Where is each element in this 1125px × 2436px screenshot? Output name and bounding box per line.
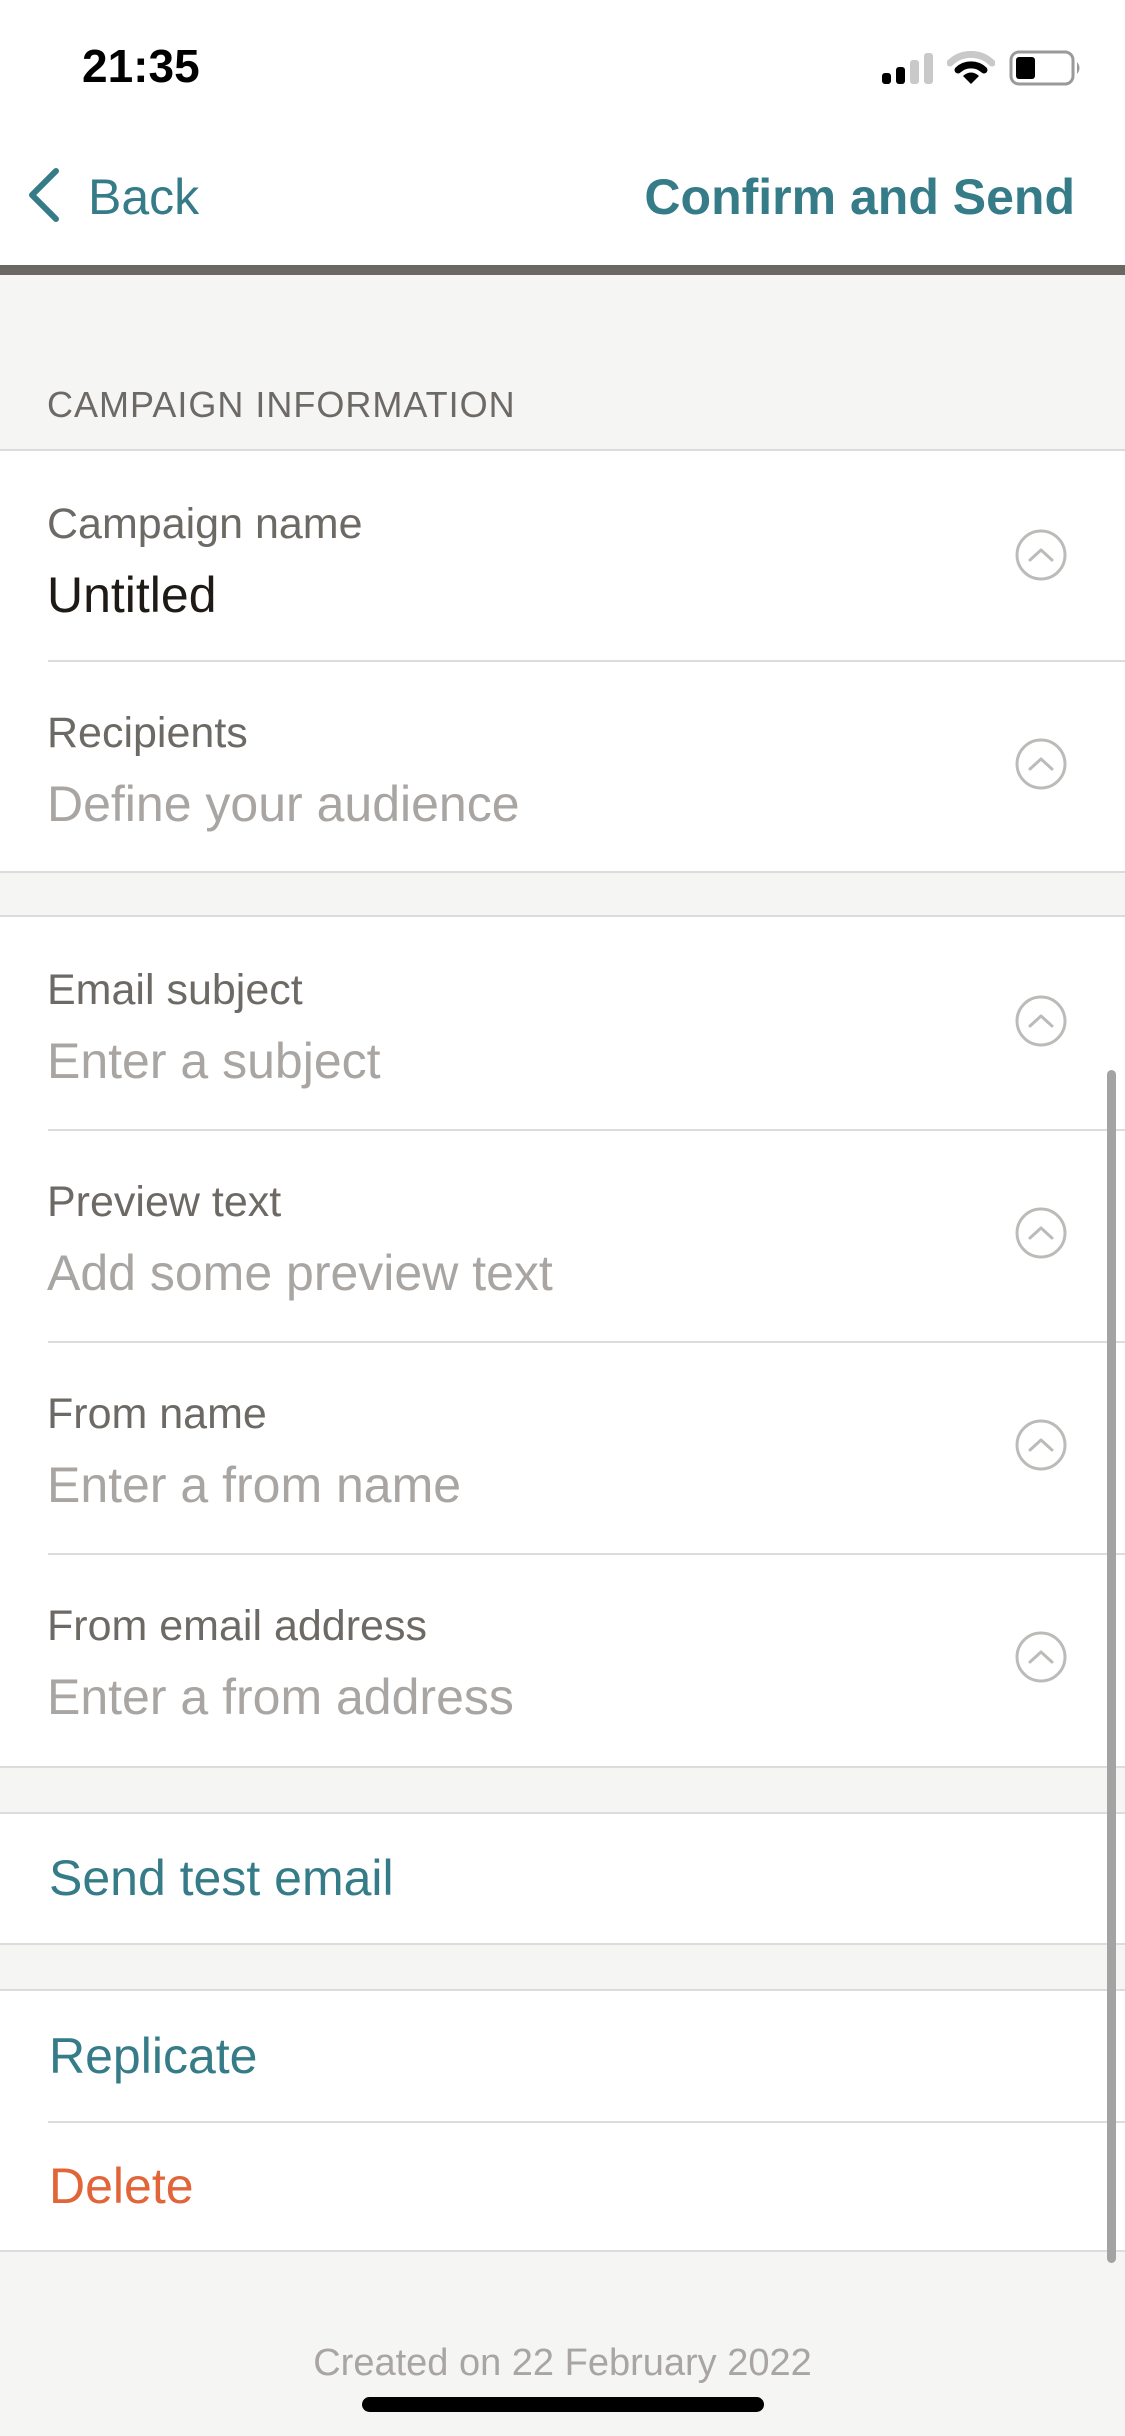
campaign-name-row[interactable]: Campaign name Untitled [0, 451, 1125, 660]
send-test-email-button[interactable]: Send test email [0, 1814, 1125, 1943]
nav-bar: Back Confirm and Send [0, 100, 1125, 265]
field-label: From email address [47, 1602, 427, 1650]
battery-icon [1009, 50, 1083, 86]
manage-group: Replicate Delete [0, 1989, 1125, 2252]
field-label: From name [47, 1390, 267, 1438]
email-details-group: Email subject Enter a subject Preview te… [0, 915, 1125, 1768]
confirm-and-send-button[interactable]: Confirm and Send [644, 164, 1075, 230]
from-name-row[interactable]: From name Enter a from name [0, 1341, 1125, 1553]
nav-divider [0, 265, 1125, 275]
email-subject-placeholder: Enter a subject [47, 1033, 381, 1089]
field-label: Email subject [47, 966, 303, 1014]
field-label: Recipients [47, 709, 248, 757]
delete-button[interactable]: Delete [0, 2121, 1125, 2250]
send-test-group: Send test email [0, 1812, 1125, 1945]
status-bar: 21:35 [0, 0, 1125, 100]
send-test-email-label: Send test email [49, 1850, 394, 1906]
wifi-icon [947, 51, 995, 85]
status-time: 21:35 [82, 40, 200, 92]
from-email-row[interactable]: From email address Enter a from address [0, 1553, 1125, 1766]
field-label: Preview text [47, 1178, 282, 1226]
preview-text-row[interactable]: Preview text Add some preview text [0, 1129, 1125, 1341]
chevron-left-icon [26, 166, 62, 229]
chevron-up-circle-icon[interactable] [1015, 1631, 1067, 1683]
chevron-up-circle-icon[interactable] [1015, 995, 1067, 1047]
delete-label: Delete [49, 2158, 194, 2214]
email-subject-row[interactable]: Email subject Enter a subject [0, 917, 1125, 1129]
back-button[interactable]: Back [26, 164, 199, 230]
created-date: Created on 22 February 2022 [313, 2342, 812, 2384]
replicate-button[interactable]: Replicate [0, 1991, 1125, 2121]
chevron-up-circle-icon[interactable] [1015, 1419, 1067, 1471]
section-header: CAMPAIGN INFORMATION [47, 384, 516, 425]
recipients-placeholder: Define your audience [47, 776, 520, 832]
replicate-label: Replicate [49, 2028, 258, 2084]
from-email-placeholder: Enter a from address [47, 1669, 514, 1725]
campaign-group: Campaign name Untitled Recipients Define… [0, 449, 1125, 873]
home-indicator[interactable] [362, 2397, 764, 2412]
chevron-up-circle-icon[interactable] [1015, 529, 1067, 581]
campaign-name-value: Untitled [47, 567, 217, 623]
recipients-row[interactable]: Recipients Define your audience [0, 660, 1125, 871]
field-label: Campaign name [47, 500, 363, 548]
chevron-up-circle-icon[interactable] [1015, 738, 1067, 790]
from-name-placeholder: Enter a from name [47, 1457, 462, 1513]
scrollbar[interactable] [1107, 1070, 1116, 2263]
preview-text-placeholder: Add some preview text [47, 1245, 553, 1301]
back-label: Back [88, 169, 200, 225]
status-icons [882, 50, 1083, 86]
signal-icon [882, 52, 933, 84]
chevron-up-circle-icon[interactable] [1015, 1207, 1067, 1259]
